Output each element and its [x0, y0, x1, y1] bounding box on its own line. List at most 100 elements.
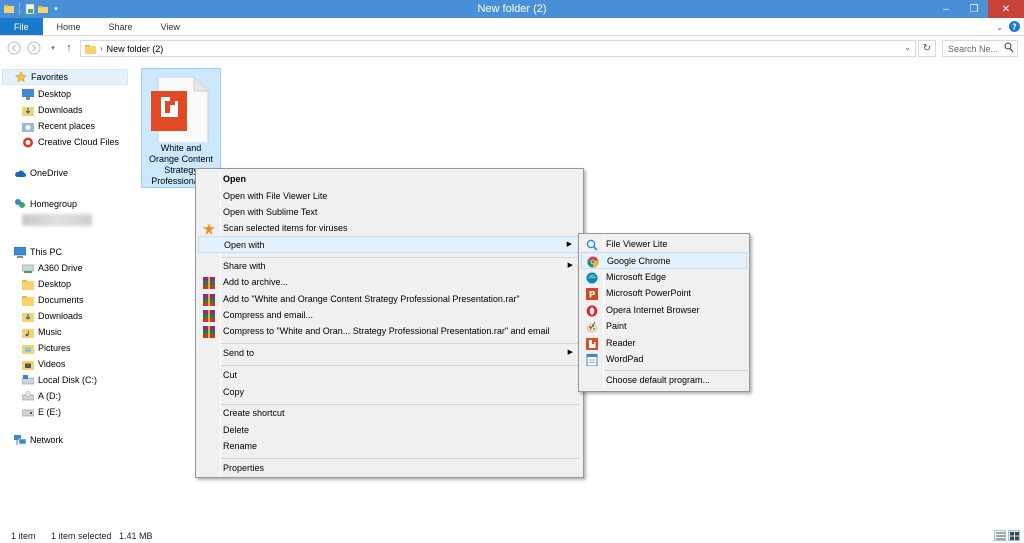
nav-onedrive[interactable]: OneDrive — [14, 165, 68, 181]
nav-label: Creative Cloud Files — [38, 137, 120, 147]
menu-item-cut[interactable]: Cut — [198, 367, 581, 384]
edge-icon — [585, 271, 598, 284]
submenu-arrow-icon: ▶ — [567, 262, 573, 269]
nav-label: Documents — [38, 295, 84, 305]
folder-icon — [85, 44, 96, 54]
nav-documents[interactable]: Documents — [22, 292, 84, 308]
menu-separator — [604, 370, 748, 371]
submenu-item-opera[interactable]: Opera Internet Browser — [581, 302, 747, 319]
search-icon[interactable] — [1004, 42, 1014, 55]
nav-homegroup[interactable]: Homegroup — [14, 196, 77, 212]
expand-ribbon-icon[interactable]: ⌄ — [996, 23, 1003, 32]
back-button[interactable] — [5, 39, 23, 57]
nav-desktop-fav[interactable]: Desktop — [22, 86, 71, 102]
window-title: New folder (2) — [477, 3, 547, 15]
menu-separator — [221, 365, 579, 366]
nav-label: E (E:) — [38, 407, 62, 417]
tab-home[interactable]: Home — [43, 18, 95, 35]
nav-desktop[interactable]: Desktop — [22, 276, 71, 292]
recent-places-icon — [22, 120, 34, 132]
menu-item-open-file-viewer-lite[interactable]: Open with File Viewer Lite — [198, 188, 581, 205]
tab-share[interactable]: Share — [95, 18, 147, 35]
new-folder-icon[interactable] — [38, 4, 48, 14]
ribbon-right-controls: ⌄ ? — [996, 18, 1020, 36]
nav-downloads[interactable]: Downloads — [22, 308, 83, 324]
nav-creative-cloud[interactable]: Creative Cloud Files — [22, 134, 119, 150]
up-button[interactable]: ↑ — [60, 39, 78, 57]
folder-icon[interactable] — [4, 4, 14, 14]
menu-item-scan-viruses[interactable]: Scan selected items for viruses — [198, 220, 581, 237]
nav-this-pc[interactable]: This PC — [14, 244, 62, 260]
status-bar: 1 item 1 item selected 1.41 MB — [0, 530, 1024, 543]
address-bar[interactable]: › New folder (2) ⌄ — [80, 40, 916, 57]
menu-item-open-sublime[interactable]: Open with Sublime Text — [198, 204, 581, 221]
removable-drive-icon — [22, 406, 34, 418]
customize-toolbar-icon[interactable]: ▾ — [51, 4, 61, 14]
minimize-button[interactable]: – — [932, 0, 960, 18]
nav-favorites[interactable]: Favorites — [2, 69, 128, 85]
search-input[interactable]: Search Ne... — [942, 40, 1018, 57]
menu-item-send-to[interactable]: Send to ▶ — [198, 345, 581, 362]
menu-item-rename[interactable]: Rename — [198, 438, 581, 455]
maximize-button[interactable]: ❐ — [960, 0, 988, 18]
submenu-item-reader[interactable]: Reader — [581, 335, 747, 352]
nav-drive-e[interactable]: E (E:) — [22, 404, 61, 420]
forward-button[interactable] — [25, 39, 43, 57]
menu-item-add-to-rar[interactable]: Add to "White and Orange Content Strateg… — [198, 291, 581, 308]
context-menu: Open Open with File Viewer Lite Open wit… — [195, 168, 584, 478]
large-icons-view-icon[interactable] — [1008, 530, 1020, 541]
breadcrumb-separator-icon[interactable]: › — [100, 44, 103, 53]
menu-item-share-with[interactable]: Share with ▶ — [198, 258, 581, 275]
folder-icon — [22, 294, 34, 306]
menu-item-compress-rar-email[interactable]: Compress to "White and Oran... Strategy … — [198, 323, 581, 340]
nav-local-disk-c[interactable]: Local Disk (C:) — [22, 372, 97, 388]
refresh-button[interactable]: ↻ — [918, 40, 936, 57]
submenu-item-wordpad[interactable]: WordPad — [581, 351, 747, 368]
menu-item-add-to-archive[interactable]: Add to archive... — [198, 274, 581, 291]
status-selection: 1 item selected — [51, 531, 112, 541]
submenu-item-microsoft-edge[interactable]: Microsoft Edge — [581, 269, 747, 286]
nav-downloads-fav[interactable]: Downloads — [22, 102, 83, 118]
computer-icon — [14, 246, 26, 258]
search-placeholder: Search Ne... — [948, 43, 999, 54]
nav-drive-d[interactable]: A (D:) — [22, 388, 61, 404]
menu-item-properties[interactable]: Properties — [198, 460, 581, 477]
chrome-icon — [586, 255, 599, 268]
tab-view[interactable]: View — [147, 18, 194, 35]
chevron-down-icon[interactable]: ⌄ — [904, 43, 911, 52]
submenu-item-choose-default[interactable]: Choose default program... — [581, 372, 747, 389]
reader-icon — [585, 337, 598, 350]
videos-folder-icon — [22, 358, 34, 370]
submenu-item-paint[interactable]: Paint — [581, 318, 747, 335]
submenu-item-powerpoint[interactable]: P Microsoft PowerPoint — [581, 285, 747, 302]
menu-item-delete[interactable]: Delete — [198, 422, 581, 439]
details-view-icon[interactable] — [994, 530, 1006, 541]
paint-icon — [585, 320, 598, 333]
nav-recent-places[interactable]: Recent places — [22, 118, 95, 134]
nav-music[interactable]: Music — [22, 324, 62, 340]
nav-videos[interactable]: Videos — [22, 356, 65, 372]
powerpoint-icon: P — [585, 287, 598, 300]
menu-separator — [221, 343, 579, 344]
nav-pictures[interactable]: Pictures — [22, 340, 71, 356]
title-bar: ▾ New folder (2) – ❐ ✕ — [0, 0, 1024, 18]
menu-item-open[interactable]: Open — [198, 171, 581, 188]
breadcrumb[interactable]: New folder (2) — [107, 44, 164, 54]
properties-icon[interactable] — [25, 4, 35, 14]
tab-file[interactable]: File — [0, 18, 43, 35]
submenu-item-file-viewer-lite[interactable]: File Viewer Lite — [581, 236, 747, 253]
window-controls: – ❐ ✕ — [932, 0, 1024, 18]
menu-item-copy[interactable]: Copy — [198, 384, 581, 401]
navigation-bar: ▾ ↑ › New folder (2) ⌄ ↻ Search Ne... — [0, 37, 1024, 59]
status-item-count: 1 item — [11, 531, 36, 541]
menu-item-open-with[interactable]: Open with ▶ — [198, 236, 581, 253]
nav-network[interactable]: Network — [14, 432, 63, 448]
help-icon[interactable]: ? — [1009, 20, 1020, 34]
menu-item-create-shortcut[interactable]: Create shortcut — [198, 405, 581, 422]
network-drive-icon — [22, 262, 34, 274]
nav-a360-drive[interactable]: A360 Drive — [22, 260, 83, 276]
close-button[interactable]: ✕ — [988, 0, 1024, 18]
redacted-user[interactable] — [22, 214, 92, 226]
submenu-item-google-chrome[interactable]: Google Chrome — [581, 252, 747, 269]
menu-item-compress-email[interactable]: Compress and email... — [198, 307, 581, 324]
